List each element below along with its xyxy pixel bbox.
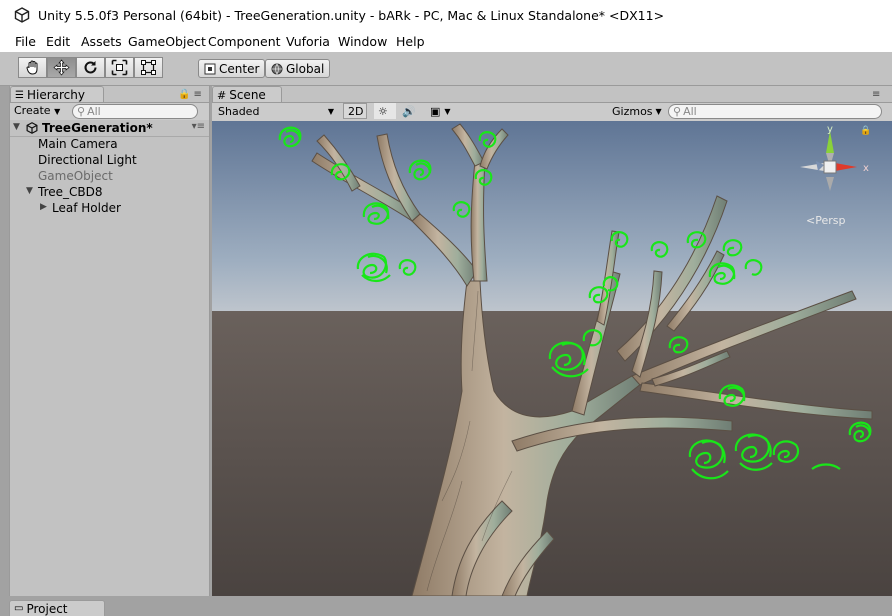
rect-tool-icon xyxy=(141,60,156,75)
expand-arrow-icon[interactable]: ▼ xyxy=(26,186,33,196)
chevron-down-icon: ▼ xyxy=(444,106,451,116)
menu-bar: File Edit Assets GameObject Component Vu… xyxy=(0,31,892,52)
move-tool-icon xyxy=(53,59,70,76)
axis-y-label: y xyxy=(827,124,833,135)
scene-viewport[interactable]: y x 🔒 <Persp xyxy=(212,121,892,596)
rotate-tool-icon xyxy=(84,61,97,74)
gizmos-dropdown[interactable]: Gizmos ▼ xyxy=(608,103,662,119)
effects-dropdown[interactable]: ▣ ▼ xyxy=(426,103,460,119)
folder-icon: ▭ xyxy=(14,603,24,614)
rotate-tool-button[interactable] xyxy=(76,57,105,78)
speaker-icon: 🔊 xyxy=(402,104,416,118)
window-title: Unity 5.5.0f3 Personal (64bit) - TreeGen… xyxy=(38,8,665,23)
hierarchy-item-label: Main Camera xyxy=(38,137,118,151)
hierarchy-item[interactable]: Directional Light xyxy=(10,152,209,168)
project-tab-label: Project xyxy=(26,601,68,616)
left-edge xyxy=(0,86,9,596)
menu-component[interactable]: Component xyxy=(208,34,281,49)
scene-name: TreeGeneration* xyxy=(42,121,153,135)
hierarchy-item[interactable]: Main Camera xyxy=(10,136,209,152)
hand-tool-button[interactable] xyxy=(18,57,47,78)
scene-toolbar: Shaded ▼ 2D ☼ 🔊 ▣ ▼ Gizmos ▼ ⚲ All xyxy=(212,102,892,122)
hierarchy-search-placeholder: All xyxy=(87,105,101,118)
globe-icon xyxy=(271,63,283,75)
chevron-down-icon: ▼ xyxy=(54,107,61,116)
menu-window[interactable]: Window xyxy=(338,34,387,49)
scene-root-row[interactable]: ▼ TreeGeneration* ▾≡ xyxy=(10,120,209,137)
sky xyxy=(212,121,892,321)
hierarchy-toolbar: Create ▼ ⚲ All xyxy=(10,102,209,122)
chevron-down-icon: ▼ xyxy=(327,106,334,116)
hierarchy-item-label: Leaf Holder xyxy=(52,201,121,215)
menu-help[interactable]: Help xyxy=(396,34,425,49)
menu-assets[interactable]: Assets xyxy=(81,34,122,49)
axis-x-label: x xyxy=(863,163,869,174)
search-icon: ⚲ xyxy=(673,105,682,118)
chevron-down-icon: ▼ xyxy=(655,106,662,116)
hierarchy-panel-controls: 🔒 ≡ xyxy=(178,89,202,100)
tab-hierarchy[interactable]: ☰ Hierarchy xyxy=(10,86,104,103)
shading-mode-label: Shaded xyxy=(218,104,260,118)
tab-project[interactable]: ▭ Project xyxy=(9,600,105,616)
gizmo-lock-icon[interactable]: 🔒 xyxy=(860,125,871,136)
tab-scene[interactable]: # Scene xyxy=(212,86,282,103)
panel-menu-icon[interactable]: ≡ xyxy=(193,89,201,100)
scene-tab-label: Scene xyxy=(229,88,266,102)
menu-file[interactable]: File xyxy=(15,34,36,49)
hierarchy-tab-label: Hierarchy xyxy=(26,88,85,102)
unity-scene-icon xyxy=(26,122,38,134)
pivot-rotation-button[interactable]: Global xyxy=(265,59,331,78)
lock-icon[interactable]: 🔒 xyxy=(178,89,190,100)
shading-mode-dropdown[interactable]: Shaded ▼ xyxy=(214,103,338,119)
audio-toggle[interactable]: 🔊 xyxy=(398,103,420,119)
collapse-arrow-icon[interactable]: ▶ xyxy=(40,202,47,212)
toggle-2d-label: 2D xyxy=(348,104,364,118)
scale-tool-icon xyxy=(111,59,128,76)
search-icon: ⚲ xyxy=(77,105,86,118)
menu-gameobject[interactable]: GameObject xyxy=(128,34,206,49)
hierarchy-item-label: GameObject xyxy=(38,169,113,183)
sun-icon: ☼ xyxy=(378,104,388,118)
scale-tool-button[interactable] xyxy=(105,57,134,78)
rect-tool-button[interactable] xyxy=(134,57,163,78)
scene-panel: # Scene ≡ Shaded ▼ 2D ☼ 🔊 ▣ ▼ Gizmos ▼ ⚲… xyxy=(212,86,892,596)
hierarchy-item[interactable]: ▼ Tree_CBD8 xyxy=(10,184,209,200)
hierarchy-item[interactable]: GameObject xyxy=(10,168,209,184)
list-icon: ☰ xyxy=(15,89,24,101)
move-tool-button[interactable] xyxy=(47,57,76,78)
projection-label[interactable]: <Persp xyxy=(806,214,845,227)
image-icon: ▣ xyxy=(430,104,441,118)
hierarchy-item-label: Tree_CBD8 xyxy=(38,185,103,199)
scene-render: y x 🔒 xyxy=(212,121,892,596)
pivot-mode-label: Center xyxy=(219,61,260,76)
hierarchy-item[interactable]: ▶ Leaf Holder xyxy=(10,200,209,216)
hierarchy-search-input[interactable]: ⚲ All xyxy=(72,104,198,119)
pivot-rotation-label: Global xyxy=(286,61,325,76)
scene-search-input[interactable]: ⚲ All xyxy=(668,104,882,119)
main-toolbar: Center Global xyxy=(0,52,892,86)
toggle-2d-button[interactable]: 2D xyxy=(343,103,367,119)
pivot-center-icon xyxy=(204,63,216,74)
grid-icon: # xyxy=(217,88,227,102)
panel-menu-icon[interactable]: ≡ xyxy=(872,89,880,100)
expand-arrow-icon[interactable]: ▼ xyxy=(13,122,20,132)
create-label: Create xyxy=(14,104,51,117)
menu-vuforia[interactable]: Vuforia xyxy=(286,34,330,49)
menu-edit[interactable]: Edit xyxy=(46,34,70,49)
hierarchy-panel: ☰ Hierarchy 🔒 ≡ Create ▼ ⚲ All ▼ TreeGen… xyxy=(9,86,210,596)
pivot-mode-button[interactable]: Center xyxy=(198,59,266,78)
transform-tools xyxy=(18,57,163,78)
unity-logo-icon xyxy=(14,7,30,23)
scene-search-placeholder: All xyxy=(683,105,697,118)
create-button[interactable]: Create ▼ xyxy=(14,104,60,117)
scene-menu-icon[interactable]: ▾≡ xyxy=(192,121,205,132)
lighting-toggle[interactable]: ☼ xyxy=(374,103,396,119)
project-panel: ▭ Project xyxy=(0,596,892,616)
hand-tool-icon xyxy=(26,60,38,75)
scene-panel-controls: ≡ xyxy=(872,89,880,100)
title-bar: Unity 5.5.0f3 Personal (64bit) - TreeGen… xyxy=(0,0,892,31)
hierarchy-item-label: Directional Light xyxy=(38,153,137,167)
gizmos-label: Gizmos xyxy=(612,104,653,118)
